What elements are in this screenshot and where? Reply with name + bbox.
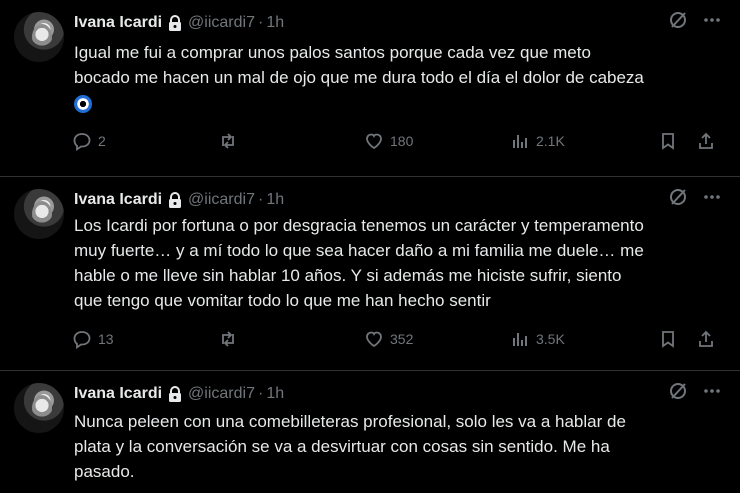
author-name[interactable]: Ivana Icardi [74,14,162,32]
share-icon [699,132,713,149]
author-handle[interactable]: @iicardi7 [188,385,255,403]
retweet-button[interactable] [218,131,244,151]
like-count: 180 [390,133,414,149]
tweet-text-line: Nunca peleen con una comebilleteras prof… [74,412,626,431]
heart-icon [366,133,382,150]
timestamp[interactable]: 1h [266,14,284,32]
separator-dot: · [257,14,264,31]
tweet-text-line: Igual me fui a comprar unos palos santos… [74,43,591,62]
view-count: 2.1K [536,133,565,149]
tweet-1[interactable]: Ivana Icardi @iicardi7 · 1h Igual me fui… [0,0,740,176]
bookmark-button[interactable] [658,131,678,151]
tweet-actions: 2 180 2.1K [72,131,720,155]
tweet-2[interactable]: Ivana Icardi @iicardi7 · 1h Los Icardi p… [0,177,740,370]
reply-button[interactable]: 2 [72,131,106,151]
header-actions [668,381,722,401]
tweet-actions: 13 352 3.5K [72,329,720,353]
views-button[interactable]: 2.1K [510,131,565,151]
more-icon[interactable] [702,381,722,401]
tweet-text-line: pasado. [74,462,135,481]
tweet-text: Nunca peleen con una comebilleteras prof… [74,409,720,484]
header-actions [668,10,722,30]
grok-icon[interactable] [668,10,688,30]
tweet-text-line: plata y la conversación se va a desvirtu… [74,437,610,456]
author-name[interactable]: Ivana Icardi [74,191,162,209]
tweet-header: Ivana Icardi @iicardi7 · 1h [74,383,284,405]
tweet-header: Ivana Icardi @iicardi7 · 1h [74,189,284,211]
like-button[interactable]: 180 [364,131,413,151]
timestamp[interactable]: 1h [266,385,284,403]
grok-icon[interactable] [668,187,688,207]
author-handle[interactable]: @iicardi7 [188,191,255,209]
bookmark-button[interactable] [658,329,678,349]
tweet-text: Los Icardi por fortuna o por desgracia t… [74,213,720,313]
author-name[interactable]: Ivana Icardi [74,385,162,403]
tweet-text-line: hable o me lleve sin hablar 10 años. Y s… [74,266,622,285]
tweet-text: Igual me fui a comprar unos palos santos… [74,40,720,90]
reply-button[interactable]: 13 [72,329,114,349]
more-icon[interactable] [702,187,722,207]
more-icon[interactable] [702,10,722,30]
reply-count: 2 [98,133,106,149]
tweet-text-line: muy fuerte… y a mí todo lo que sea hacer… [74,241,644,260]
like-button[interactable]: 352 [364,329,413,349]
grok-icon[interactable] [668,381,688,401]
views-icon [513,135,527,148]
tweet-3[interactable]: Ivana Icardi @iicardi7 · 1h Nunca peleen… [0,371,740,493]
lock-icon [169,15,182,31]
share-icon [699,330,713,347]
reply-icon [73,133,91,151]
tweet-text-line: que tengo que vomitar todo lo que me han… [74,291,491,310]
author-handle[interactable]: @iicardi7 [188,14,255,32]
share-button[interactable] [696,131,716,151]
separator-dot: · [257,191,264,208]
like-count: 352 [390,331,414,347]
heart-icon [366,331,382,348]
separator-dot: · [257,385,264,402]
nazar-amulet-emoji [74,95,92,113]
reply-icon [73,331,91,349]
retweet-button[interactable] [218,329,244,349]
bookmark-icon [662,331,674,348]
views-button[interactable]: 3.5K [510,329,565,349]
tweet-text-line: Los Icardi por fortuna o por desgracia t… [74,216,644,235]
header-actions [668,187,722,207]
avatar[interactable] [14,189,64,239]
retweet-icon [222,133,234,149]
reply-count: 13 [98,331,114,347]
views-icon [513,333,527,346]
view-count: 3.5K [536,331,565,347]
tweet-text-line: bocado me hacen un mal de ojo que me dur… [74,68,644,87]
bookmark-icon [662,133,674,150]
tweet-header: Ivana Icardi @iicardi7 · 1h [74,12,284,34]
avatar[interactable] [14,12,64,62]
retweet-icon [222,331,234,347]
lock-icon [169,192,182,208]
share-button[interactable] [696,329,716,349]
avatar[interactable] [14,383,64,433]
lock-icon [169,386,182,402]
timestamp[interactable]: 1h [266,191,284,209]
